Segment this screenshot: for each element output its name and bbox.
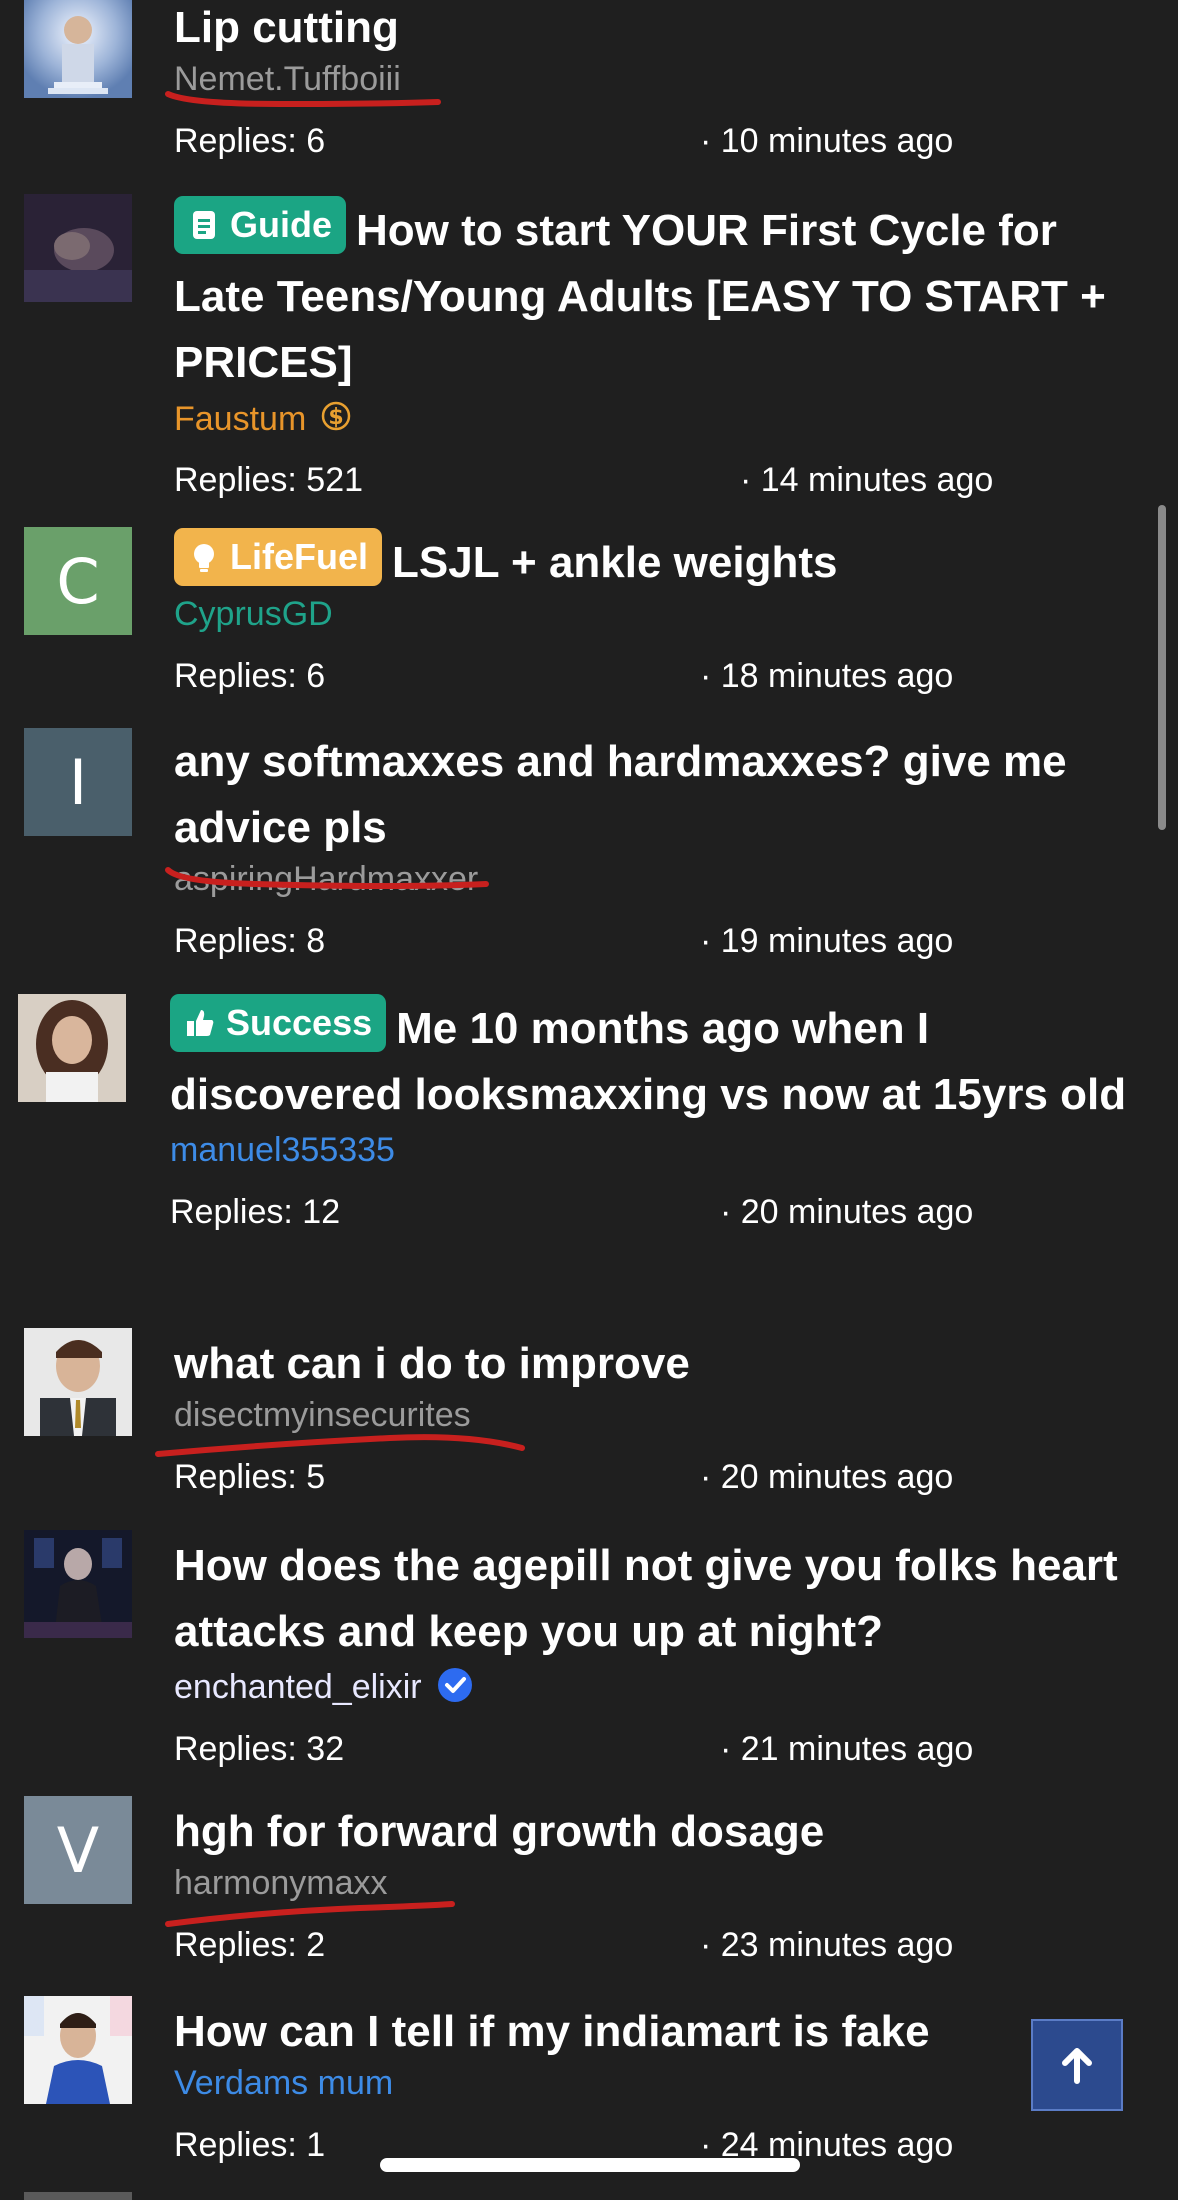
thread-author[interactable]: aspiringHardmaxxer [174, 857, 478, 901]
thread-author[interactable]: harmonymaxx [174, 1861, 388, 1905]
timestamp: · 19 minutes ago [700, 922, 954, 960]
thread-title[interactable]: Guide How to start YOUR First Cycle for … [174, 196, 1154, 396]
reply-count: Replies: 32 [174, 1730, 345, 1768]
reply-count: Replies: 2 [174, 1926, 326, 1964]
thread-author[interactable]: CyprusGD [174, 592, 333, 636]
avatar[interactable] [18, 994, 126, 1102]
thread-author[interactable]: Verdams mum [174, 2061, 393, 2105]
prefix-badge-success[interactable]: Success [170, 994, 387, 1052]
avatar[interactable]: V [24, 1796, 132, 1904]
timestamp: · 10 minutes ago [700, 122, 954, 160]
reply-count: Replies: 6 [174, 122, 326, 160]
home-indicator[interactable] [380, 2158, 800, 2172]
timestamp: · 23 minutes ago [700, 1926, 954, 1964]
reply-count: Replies: 521 [174, 461, 364, 499]
thread-author[interactable]: disectmyinsecurites [174, 1393, 471, 1437]
thread-title[interactable]: How does the agepill not give you folks … [174, 1533, 1154, 1665]
document-icon [193, 211, 215, 239]
timestamp: · 18 minutes ago [700, 657, 954, 695]
avatar[interactable]: I [24, 728, 132, 836]
back-to-top-button[interactable] [1031, 2019, 1123, 2111]
avatar[interactable] [24, 194, 132, 302]
arrow-up-icon [1062, 2048, 1092, 2084]
verified-icon [436, 1666, 474, 1709]
reply-count: Replies: 8 [174, 922, 326, 960]
avatar[interactable] [24, 1530, 132, 1638]
thread-title[interactable]: Success Me 10 months ago when I discover… [170, 994, 1150, 1128]
prefix-badge-lifefuel[interactable]: LifeFuel [174, 528, 383, 586]
reply-count: Replies: 5 [174, 1458, 326, 1496]
thread-title[interactable]: LifeFuel LSJL + ankle weights [174, 528, 1154, 596]
lightbulb-icon [194, 544, 214, 572]
thread-title[interactable]: How can I tell if my indiamart is fake [174, 1999, 1154, 2065]
scrollbar[interactable] [1158, 505, 1166, 830]
timestamp: · 21 minutes ago [720, 1730, 974, 1768]
thread-author[interactable]: manuel355335 [170, 1128, 395, 1172]
avatar[interactable]: C [24, 527, 132, 635]
thread-title[interactable]: hgh for forward growth dosage [174, 1799, 1154, 1865]
prefix-badge-guide[interactable]: Guide [174, 196, 347, 254]
next-thread-partial [24, 2192, 132, 2200]
thread-title[interactable]: what can i do to improve [174, 1331, 1154, 1397]
reply-count: Replies: 1 [174, 2126, 326, 2164]
avatar[interactable] [24, 1328, 132, 1436]
thread-author[interactable]: Faustum [174, 397, 306, 441]
timestamp: · 20 minutes ago [720, 1193, 974, 1231]
dollar-icon: $ [321, 396, 351, 441]
avatar[interactable] [24, 1996, 132, 2104]
reply-count: Replies: 12 [170, 1193, 341, 1231]
timestamp: · 20 minutes ago [700, 1458, 954, 1496]
timestamp: · 14 minutes ago [740, 461, 994, 499]
thread-title[interactable]: any softmaxxes and hardmaxxes? give me a… [174, 729, 1154, 861]
thread-author[interactable]: Nemet.Tuffboiii [174, 57, 401, 101]
avatar[interactable] [24, 0, 132, 98]
svg-text:$: $ [328, 405, 343, 430]
thumbs-up-icon [187, 1010, 214, 1036]
reply-count: Replies: 6 [174, 657, 326, 695]
thread-title[interactable]: Lip cutting [174, 0, 1154, 61]
thread-author[interactable]: enchanted_elixir [174, 1665, 422, 1709]
